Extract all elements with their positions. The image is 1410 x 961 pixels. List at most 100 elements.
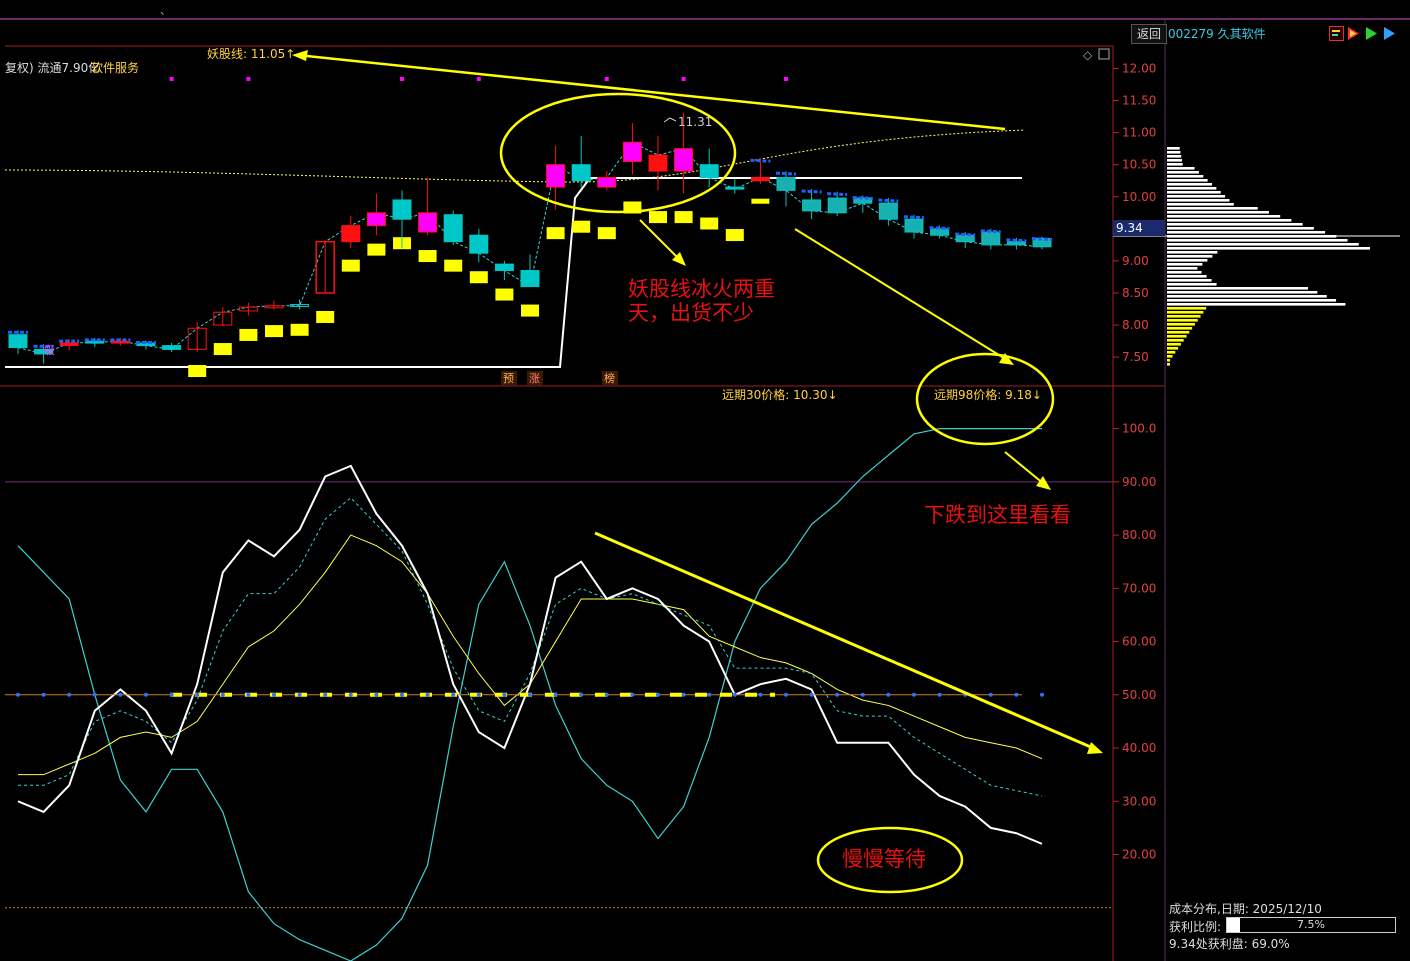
flame-icon[interactable] xyxy=(1346,26,1361,41)
mid-level-dot xyxy=(502,692,507,697)
back-button[interactable]: 返回 xyxy=(1131,24,1167,44)
candle-body xyxy=(648,154,668,172)
magenta-dot xyxy=(169,77,174,81)
candle-body xyxy=(827,197,847,214)
chip-bar xyxy=(1167,239,1348,242)
diamond-icon[interactable]: ◇ xyxy=(1083,48,1093,62)
mid-level-dot xyxy=(425,692,430,697)
chip-bar xyxy=(1167,339,1184,342)
blue-trend-dashes xyxy=(8,158,1053,348)
chip-bar xyxy=(1167,203,1234,206)
chip-bar xyxy=(1167,191,1221,194)
mid-level-dot xyxy=(144,692,148,697)
candle-body xyxy=(59,342,79,347)
chip-bar xyxy=(1167,259,1208,262)
chip-bar xyxy=(1167,343,1181,346)
chip-bar xyxy=(1167,347,1179,350)
blue-arrow-icon[interactable] xyxy=(1382,26,1397,41)
chip-bar xyxy=(1167,187,1217,190)
candle-body xyxy=(366,212,386,227)
marker-rise: 涨 xyxy=(529,372,540,385)
yellow-block xyxy=(674,211,693,224)
chip-bar xyxy=(1167,155,1182,158)
green-arrow-icon[interactable] xyxy=(1364,26,1379,41)
chip-bar xyxy=(1167,355,1173,358)
chip-bar xyxy=(1167,159,1182,162)
annotation-arrowhead-lower xyxy=(1087,742,1103,754)
chip-bar xyxy=(1167,271,1202,274)
chip-bar xyxy=(1167,175,1204,178)
mid-level-dot xyxy=(400,692,404,697)
chip-bar xyxy=(1167,199,1230,202)
chip-distribution-icon[interactable] xyxy=(1329,26,1344,41)
profit-ratio-value: 7.5% xyxy=(1297,918,1325,931)
marker-absorb: 吸 xyxy=(44,344,55,357)
yellow-block xyxy=(444,259,463,272)
candle-body xyxy=(725,186,745,190)
mid-level-dot xyxy=(732,692,737,697)
chip-bar xyxy=(1167,363,1170,366)
chip-bar xyxy=(1167,303,1346,306)
candle-body xyxy=(674,148,694,172)
chip-bar xyxy=(1167,327,1193,330)
chip-bar xyxy=(1167,195,1226,198)
kline-chart[interactable]: 12.0011.5011.0010.5010.009.509.008.508.0… xyxy=(0,20,1410,961)
mid-level-dot xyxy=(886,692,891,697)
magenta-dot xyxy=(400,77,404,81)
mid-level-dot xyxy=(16,692,20,697)
legend-98: 远期98价格: 9.18↓ xyxy=(934,387,1042,402)
chip-bar xyxy=(1167,231,1326,234)
maximize-icon[interactable] xyxy=(1098,48,1110,60)
chip-bar xyxy=(1167,183,1212,186)
chip-bar xyxy=(1167,223,1303,226)
mid-level-dot xyxy=(835,692,840,697)
yellow-block xyxy=(725,229,744,242)
mid-level-dot xyxy=(553,692,558,697)
mid-level-dot xyxy=(272,692,276,697)
candle-body xyxy=(85,340,105,344)
mid-level-dot xyxy=(195,692,200,697)
yellow-block xyxy=(367,243,386,256)
upper-tick-label: 11.00 xyxy=(1122,126,1156,140)
mid-level-dot xyxy=(1040,692,1044,697)
candle-body xyxy=(392,199,412,220)
window-top-strip: 、 xyxy=(0,0,1410,20)
osc-line-yellow xyxy=(18,534,1043,776)
chip-bar xyxy=(1167,307,1207,310)
candle-body xyxy=(597,177,617,188)
mid-level-dot xyxy=(451,692,456,697)
upper-tick-label: 9.00 xyxy=(1122,254,1149,268)
candle-body xyxy=(443,214,463,243)
current-price-label: 9.34 xyxy=(1116,221,1143,235)
candle-body xyxy=(546,164,566,188)
mid-level-dot xyxy=(92,692,97,697)
profit-ratio-label: 获利比例: xyxy=(1169,920,1222,934)
mid-level-dot xyxy=(118,692,123,697)
peak-price-label: 11.31 xyxy=(678,115,712,129)
legend-30: 远期30价格: 10.30↓ xyxy=(722,387,838,402)
chip-bar xyxy=(1167,151,1181,154)
chip-bar xyxy=(1167,279,1212,282)
upper-tick-label: 7.50 xyxy=(1122,350,1149,364)
chip-bar xyxy=(1167,275,1207,278)
yellow-block xyxy=(341,259,360,272)
upper-tick-label: 10.00 xyxy=(1122,190,1156,204)
mid-level-dot xyxy=(630,692,635,697)
mid-level-dot xyxy=(476,692,481,697)
upper-tick-label: 11.50 xyxy=(1122,94,1156,108)
mid-level-dot xyxy=(297,692,302,697)
yellow-block xyxy=(546,227,565,240)
mid-level-dot xyxy=(374,692,379,697)
annotation-arrow-note1 xyxy=(639,219,681,261)
demon-stair-line xyxy=(5,177,1022,368)
chip-bar xyxy=(1167,267,1198,270)
yellow-block xyxy=(649,211,667,224)
yellow-block xyxy=(265,325,283,338)
candle-body xyxy=(776,177,796,191)
candle-body xyxy=(930,228,950,236)
chip-bar xyxy=(1167,255,1213,258)
mid-level-dot xyxy=(758,692,763,697)
lower-tick-label: 40.00 xyxy=(1122,741,1156,755)
lower-tick-label: 20.00 xyxy=(1122,848,1156,862)
mid-level-dot xyxy=(528,692,532,697)
